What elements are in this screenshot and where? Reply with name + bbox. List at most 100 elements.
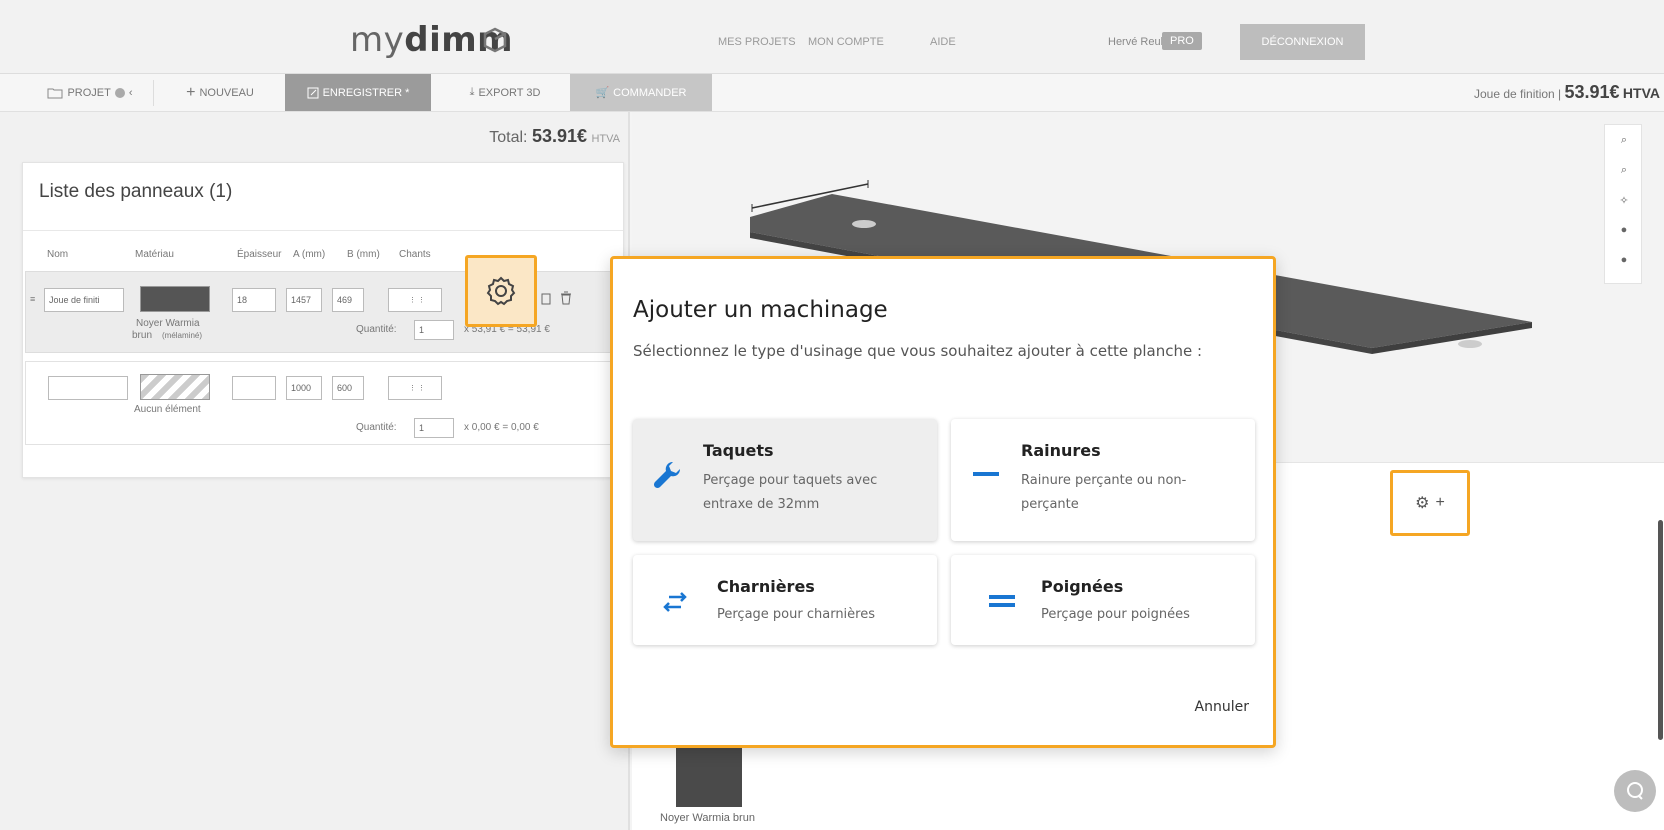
chevron-left-icon: ‹ xyxy=(128,86,133,99)
cancel-button[interactable]: Annuler xyxy=(1195,699,1249,715)
option-title: Charnières xyxy=(717,577,815,596)
toolbar-divider xyxy=(153,80,154,106)
nav-mon-compte[interactable]: MON COMPTE xyxy=(808,36,884,48)
option-charnieres[interactable]: Charnières Perçage pour charnières xyxy=(633,555,937,645)
gear-icon xyxy=(486,276,516,306)
quantity-label: Quantité: xyxy=(356,324,397,335)
trash-icon[interactable] xyxy=(560,291,572,305)
col-materiau: Matériau xyxy=(135,249,174,260)
material-swatch-empty[interactable] xyxy=(140,374,210,400)
material-name: Aucun élément xyxy=(134,404,201,415)
dimension-b-input[interactable]: 469 xyxy=(332,288,364,312)
quantity-input[interactable]: 1 xyxy=(414,320,454,340)
quantity-label: Quantité: xyxy=(356,422,397,433)
option-poignees[interactable]: Poignées Perçage pour poignées xyxy=(951,555,1255,645)
table-row[interactable]: Aucun élément 1000 600 ⋮ ⋮ Quantité: 1 x… xyxy=(25,361,623,445)
row-price: x 0,00 € = 0,00 € xyxy=(464,422,539,433)
center-view-icon[interactable]: ✧ xyxy=(1605,185,1643,215)
wrench-icon xyxy=(653,461,681,489)
new-button[interactable]: + NOUVEAU xyxy=(160,74,280,111)
nav-aide[interactable]: AIDE xyxy=(930,36,956,48)
selected-panel-price: Joue de finition | 53.91€ HTVA xyxy=(1474,82,1660,103)
top-header: mydimm MES PROJETS MON COMPTE AIDE Hervé… xyxy=(0,0,1664,74)
option-description-line1: Rainure perçante ou non- xyxy=(1021,473,1187,488)
quantity-input[interactable]: 1 xyxy=(414,418,454,438)
option-title: Rainures xyxy=(1021,441,1101,460)
divider xyxy=(23,230,623,231)
option-title: Poignées xyxy=(1041,577,1124,596)
edit-icon xyxy=(307,87,319,98)
save-label: ENREGISTRER * xyxy=(322,86,410,99)
dimension-a-input[interactable]: 1000 xyxy=(286,376,322,400)
equals-icon xyxy=(989,595,1015,607)
plus-icon: + xyxy=(1435,494,1445,511)
dialog-description: Sélectionnez le type d'usinage que vous … xyxy=(633,342,1203,360)
scrollbar[interactable] xyxy=(1658,520,1663,740)
folder-icon xyxy=(47,88,63,98)
col-b: B (mm) xyxy=(347,249,380,260)
thickness-select[interactable] xyxy=(232,376,276,400)
zoom-in-icon[interactable]: ⌕ xyxy=(1605,125,1643,155)
option-description-line1: Perçage pour poignées xyxy=(1041,607,1190,622)
dimension-a-input[interactable]: 1457 xyxy=(286,288,322,312)
selected-panel-name: Joue de finition | xyxy=(1473,87,1562,101)
project-menu-button[interactable]: PROJET ‹ xyxy=(30,74,150,111)
add-machining-button[interactable]: ⚙ + xyxy=(1390,470,1470,536)
export-3d-button[interactable]: ⤓ EXPORT 3D xyxy=(445,74,565,111)
material-thumbnail[interactable] xyxy=(676,745,742,807)
chat-icon xyxy=(1627,782,1643,800)
panel-name-input[interactable]: Joue de finiti xyxy=(44,288,124,312)
selected-panel-price-value: 53.91€ xyxy=(1564,82,1620,102)
download-icon: ⤓ xyxy=(469,86,475,98)
left-panel: Total: 53.91€ HTVA Liste des panneaux (1… xyxy=(0,112,630,830)
thickness-select[interactable]: 18 xyxy=(232,288,276,312)
logo-text-light: my xyxy=(350,20,405,60)
row-collapse-icon[interactable]: ≡ xyxy=(30,294,35,304)
zoom-out-icon[interactable]: ⌕ xyxy=(1605,155,1643,185)
logout-button[interactable]: DÉCONNEXION xyxy=(1240,24,1365,60)
swap-arrows-icon xyxy=(663,592,687,612)
edges-selector[interactable]: ⋮ ⋮ xyxy=(388,288,442,312)
nav-mes-projets[interactable]: MES PROJETS xyxy=(718,36,796,48)
material-name-line1: Noyer Warmia xyxy=(136,318,200,329)
selected-panel-price-unit: HTVA xyxy=(1622,85,1660,101)
new-label: NOUVEAU xyxy=(199,86,254,99)
rotate-icon[interactable]: ● xyxy=(1605,215,1643,245)
view-controls: ⌕ ⌕ ✧ ● ● xyxy=(1604,124,1642,284)
order-button[interactable]: 🛒 COMMANDER xyxy=(570,74,712,111)
machining-settings-button[interactable] xyxy=(465,255,537,327)
dash-icon xyxy=(973,472,999,476)
edges-selector[interactable]: ⋮ ⋮ xyxy=(388,376,442,400)
option-rainures[interactable]: Rainures Rainure perçante ou non- perçan… xyxy=(951,419,1255,541)
material-name-line2: brun xyxy=(132,330,153,341)
total-value: 53.91€ xyxy=(531,126,588,146)
panel-list-title: Liste des panneaux (1) xyxy=(39,181,233,202)
chat-button[interactable] xyxy=(1614,770,1656,812)
col-nom: Nom xyxy=(47,249,69,260)
option-description-line1: Perçage pour taquets avec xyxy=(703,473,878,488)
total-unit: HTVA xyxy=(591,133,620,145)
dimension-b-input[interactable]: 600 xyxy=(332,376,364,400)
settings-small-icon xyxy=(114,87,125,98)
material-swatch[interactable] xyxy=(140,286,210,312)
option-description-line2: perçante xyxy=(1021,497,1079,512)
plus-icon: + xyxy=(186,83,196,101)
total-label: Total: xyxy=(489,129,528,146)
reset-view-icon[interactable]: ● xyxy=(1605,245,1643,275)
material-note: (mélaminé) xyxy=(162,331,203,340)
panel-name-input[interactable] xyxy=(48,376,128,400)
option-taquets[interactable]: Taquets Perçage pour taquets avec entrax… xyxy=(633,419,937,541)
user-name: Hervé Reul xyxy=(1108,36,1164,48)
save-button[interactable]: ENREGISTRER * xyxy=(285,74,431,111)
option-description-line1: Perçage pour charnières xyxy=(717,607,875,622)
col-chants: Chants xyxy=(399,249,431,260)
col-epaisseur: Épaisseur xyxy=(237,249,282,260)
logo-icon xyxy=(483,27,507,53)
project-label: PROJET xyxy=(67,86,111,99)
add-machining-dialog: Ajouter un machinage Sélectionnez le typ… xyxy=(610,256,1276,748)
material-thumbnail-label: Noyer Warmia brun xyxy=(660,812,755,824)
toolbar: PROJET ‹ + NOUVEAU ENREGISTRER * ⤓ EXPOR… xyxy=(0,74,1664,112)
option-description-line2: entraxe de 32mm xyxy=(703,497,820,512)
copy-icon[interactable] xyxy=(540,292,552,306)
export-label: EXPORT 3D xyxy=(478,86,541,99)
